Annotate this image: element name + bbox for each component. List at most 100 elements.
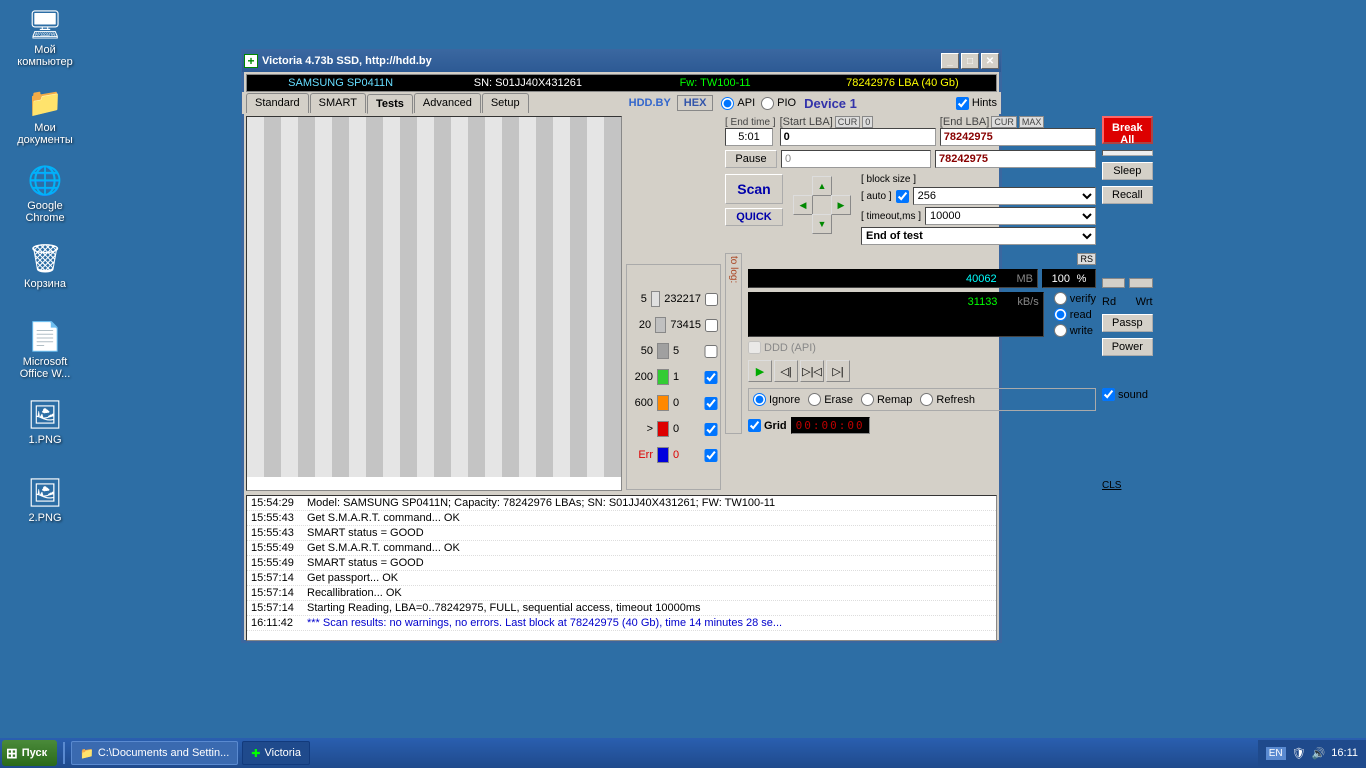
- log-time: 15:55:49: [251, 542, 307, 554]
- icon-label: Корзина: [10, 278, 80, 290]
- scan-button[interactable]: Scan: [725, 174, 783, 204]
- start-zero-button[interactable]: 0: [862, 116, 873, 128]
- recall-button[interactable]: Recall: [1102, 186, 1153, 204]
- grid-checkbox[interactable]: Grid: [748, 419, 787, 432]
- refresh-radio[interactable]: Refresh: [920, 393, 975, 406]
- nav-up-button[interactable]: ▲: [812, 176, 832, 196]
- tab-standard[interactable]: Standard: [246, 93, 309, 113]
- power-button[interactable]: Power: [1102, 338, 1153, 356]
- window-title: Victoria 4.73b SSD, http://hdd.by: [262, 55, 941, 67]
- tab-smart[interactable]: SMART: [310, 93, 366, 113]
- sound-checkbox[interactable]: sound: [1102, 388, 1153, 401]
- pos-end-field[interactable]: [935, 150, 1096, 168]
- rs-button[interactable]: RS: [1077, 253, 1096, 265]
- log-panel[interactable]: 15:54:29Model: SAMSUNG SP0411N; Capacity…: [246, 495, 997, 641]
- legend-row: Err0: [629, 442, 718, 468]
- titlebar[interactable]: + Victoria 4.73b SSD, http://hdd.by _ □ …: [242, 50, 1001, 72]
- cls-link[interactable]: CLS: [1102, 480, 1153, 491]
- timeout-label: [ timeout,ms ]: [861, 211, 921, 222]
- shield-icon[interactable]: 🛡: [1292, 747, 1306, 760]
- end-of-test-select[interactable]: End of test: [861, 227, 1096, 245]
- hints-checkbox[interactable]: Hints: [956, 97, 997, 110]
- block-size-select[interactable]: 256: [913, 187, 1096, 205]
- drive-info-bar: SAMSUNG SP0411N SN: S01JJ40X431261 Fw: T…: [246, 74, 997, 92]
- rd-label: Rd: [1102, 296, 1116, 308]
- desktop-icon-trash[interactable]: 🗑Корзина: [10, 242, 80, 290]
- timeout-select[interactable]: 10000: [925, 207, 1096, 225]
- end-time-field[interactable]: [725, 128, 773, 146]
- nav-down-button[interactable]: ▼: [812, 214, 832, 234]
- maximize-button[interactable]: □: [961, 53, 979, 69]
- pct-lcd: 100 %: [1042, 269, 1096, 288]
- log-time: 15:55:49: [251, 557, 307, 569]
- erase-radio[interactable]: Erase: [808, 393, 853, 406]
- verify-radio[interactable]: verify: [1054, 292, 1096, 305]
- legend-log-checkbox[interactable]: [705, 319, 718, 332]
- close-button[interactable]: ✕: [981, 53, 999, 69]
- desktop-icon-my-computer[interactable]: 🖥Мойкомпьютер: [10, 8, 80, 68]
- tab-tests[interactable]: Tests: [367, 94, 413, 114]
- legend-log-checkbox[interactable]: [704, 423, 718, 436]
- icon-label: GoogleChrome: [10, 200, 80, 224]
- tab-setup[interactable]: Setup: [482, 93, 529, 113]
- tab-advanced[interactable]: Advanced: [414, 93, 481, 113]
- hex-button[interactable]: HEX: [677, 95, 714, 111]
- write-radio[interactable]: write: [1054, 324, 1096, 337]
- legend-log-checkbox[interactable]: [704, 449, 718, 462]
- taskbar: ⊞ Пуск 📁C:\Documents and Settin... ✚Vict…: [0, 738, 1366, 768]
- step-fwd-button[interactable]: ▷|◁: [800, 360, 824, 382]
- quick-button[interactable]: QUICK: [725, 208, 783, 226]
- read-radio[interactable]: read: [1054, 308, 1096, 321]
- nav-left-button[interactable]: ◀: [793, 195, 813, 215]
- end-cur-button[interactable]: CUR: [991, 116, 1017, 128]
- break-all-button[interactable]: Break All: [1102, 116, 1153, 144]
- legend-row: 2073415: [629, 312, 718, 338]
- api-radio[interactable]: API: [721, 97, 755, 110]
- skip-button[interactable]: ▷|: [826, 360, 850, 382]
- start-lba-label: [Start LBA]: [780, 116, 833, 128]
- pause-button[interactable]: Pause: [725, 150, 777, 168]
- desktop-icon-img1[interactable]: 🖼1.PNG: [10, 398, 80, 446]
- desktop-icon-msword[interactable]: 📄MicrosoftOffice W...: [10, 320, 80, 380]
- auto-checkbox[interactable]: [896, 190, 909, 203]
- step-back-button[interactable]: ◁|: [774, 360, 798, 382]
- img2-icon: 🖼: [29, 476, 61, 508]
- passp-button[interactable]: Passp: [1102, 314, 1153, 332]
- pos-lba-field[interactable]: [781, 150, 931, 168]
- volume-icon[interactable]: 🔊: [1312, 747, 1326, 760]
- start-lba-field[interactable]: [780, 128, 936, 146]
- pio-radio[interactable]: PIO: [761, 97, 796, 110]
- lang-indicator[interactable]: EN: [1266, 747, 1286, 760]
- nav-right-button[interactable]: ▶: [831, 195, 851, 215]
- legend-log-checkbox[interactable]: [705, 293, 718, 306]
- log-msg: Recallibration... OK: [307, 587, 992, 599]
- log-row: 15:55:49SMART status = GOOD: [247, 556, 996, 571]
- log-msg: *** Scan results: no warnings, no errors…: [307, 617, 992, 629]
- end-max-button[interactable]: MAX: [1019, 116, 1045, 128]
- desktop-icon-my-documents[interactable]: 📁Моидокументы: [10, 86, 80, 146]
- mb-lcd: 40062 MB: [748, 269, 1038, 288]
- start-button[interactable]: ⊞ Пуск: [2, 740, 57, 766]
- minimize-button[interactable]: _: [941, 53, 959, 69]
- log-time: 15:57:14: [251, 572, 307, 584]
- hddby-link[interactable]: HDD.BY: [629, 97, 671, 109]
- legend-log-checkbox[interactable]: [704, 397, 718, 410]
- legend-log-checkbox[interactable]: [704, 345, 718, 358]
- desktop-icon-img2[interactable]: 🖼 2.PNG: [10, 476, 80, 524]
- clock[interactable]: 16:11: [1331, 747, 1358, 759]
- taskbar-item-docs[interactable]: 📁C:\Documents and Settin...: [71, 741, 238, 765]
- start-cur-button[interactable]: CUR: [835, 116, 861, 128]
- to-log-label: to log:: [725, 253, 742, 434]
- sleep-button[interactable]: Sleep: [1102, 162, 1153, 180]
- ignore-radio[interactable]: Ignore: [753, 393, 800, 406]
- remap-radio[interactable]: Remap: [861, 393, 912, 406]
- taskbar-item-victoria[interactable]: ✚Victoria: [242, 741, 310, 765]
- side-panel: Break All Sleep Recall RdWrt Passp Power…: [1100, 114, 1155, 493]
- drive-model: SAMSUNG SP0411N: [247, 75, 434, 91]
- icon-label: 2.PNG: [10, 512, 80, 524]
- legend-log-checkbox[interactable]: [704, 371, 718, 384]
- end-lba-field[interactable]: [940, 128, 1096, 146]
- ddd-checkbox[interactable]: DDD (API): [748, 341, 1096, 354]
- play-button[interactable]: ▶: [748, 360, 772, 382]
- desktop-icon-chrome[interactable]: 🌐GoogleChrome: [10, 164, 80, 224]
